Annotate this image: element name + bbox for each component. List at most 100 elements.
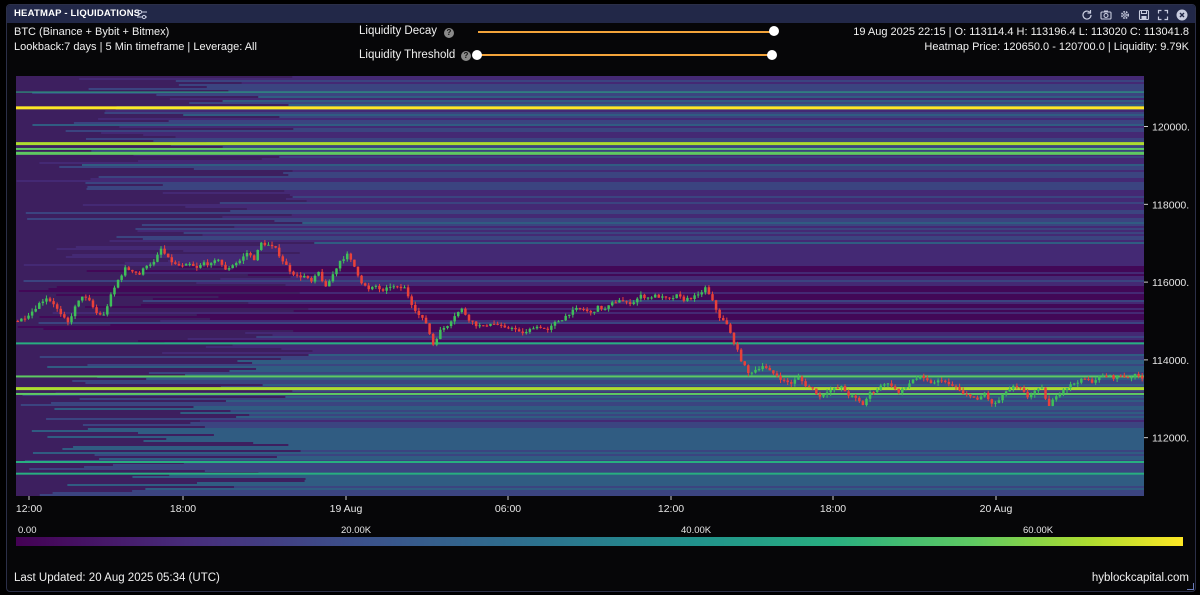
sliders-icon[interactable] [136, 8, 148, 20]
candle-body [560, 320, 564, 322]
heatmap-row [52, 492, 1145, 494]
candle-body [217, 259, 220, 261]
heatmap-row [85, 382, 1144, 384]
heatmap-row [234, 226, 1144, 228]
candle-body [568, 314, 571, 316]
liquidity-threshold-handle[interactable] [472, 50, 482, 60]
liquidity-cluster [16, 147, 1144, 150]
candle-body [639, 294, 643, 299]
heatmap-row [172, 258, 1144, 260]
candle-body [220, 259, 224, 265]
candle-body [571, 309, 575, 315]
candle-body [70, 316, 73, 323]
candle-body [807, 386, 811, 388]
liquidity-threshold-track[interactable] [478, 54, 775, 56]
candle-body [310, 277, 313, 282]
candle-body [417, 310, 421, 316]
camera-icon[interactable] [1098, 7, 1113, 22]
candle-body [170, 257, 174, 263]
candle-body [1065, 387, 1069, 390]
candle-body [696, 294, 700, 296]
candle-body [1001, 394, 1004, 401]
heatmap-row [27, 218, 1144, 220]
heatmap-row [56, 294, 1145, 296]
heatmap-row [62, 448, 1145, 450]
candle-body [91, 300, 95, 308]
heatmap-row [236, 416, 1144, 418]
candle-body [127, 267, 131, 270]
candle-body [804, 381, 807, 387]
liquidity-decay-help-icon[interactable]: ? [444, 28, 454, 38]
candle-body [349, 253, 353, 260]
candle-body [729, 324, 732, 333]
candle-body [77, 300, 80, 307]
candle-body [288, 264, 292, 272]
candle-body [517, 329, 521, 332]
expand-icon[interactable] [1155, 7, 1170, 22]
heatmap-row [79, 78, 1144, 80]
candle-body [152, 261, 156, 265]
candle-body [750, 372, 754, 374]
candle-body [782, 379, 786, 381]
candle-body [607, 305, 610, 309]
liquidity-decay-track[interactable] [478, 31, 775, 33]
heatmap-row [256, 368, 1144, 370]
candle-body [578, 307, 582, 309]
candle-body [1137, 373, 1140, 377]
candle-body [48, 298, 52, 302]
heatmap-row [283, 172, 1144, 174]
heatmap-row [48, 288, 1145, 290]
resize-handle[interactable] [1187, 583, 1194, 590]
candle-body [431, 333, 435, 345]
heatmap-row [162, 184, 1145, 186]
heatmap-row [204, 470, 1144, 472]
heatmap-row [193, 168, 1145, 170]
heatmap-row [20, 404, 1144, 406]
heatmap-row [59, 166, 1144, 168]
heatmap-row [140, 304, 1145, 306]
heatmap-row [94, 454, 1145, 456]
candle-body [1087, 379, 1090, 381]
candle-body [1126, 377, 1130, 379]
heatmap-row [32, 452, 1144, 454]
candle-body [1083, 378, 1087, 380]
candle-body [471, 320, 474, 322]
gear-icon[interactable] [1117, 7, 1132, 22]
liquidity-decay-handle[interactable] [769, 26, 779, 36]
heatmap-row [288, 174, 1144, 176]
candle-body [263, 242, 267, 246]
heatmap-row [202, 234, 1144, 236]
candle-body [718, 309, 721, 318]
liquidity-cluster [16, 142, 1144, 146]
heatmap-row [98, 176, 1145, 178]
candle-body [1090, 379, 1094, 383]
candle-body [800, 376, 804, 382]
heatmap-row [261, 158, 1145, 160]
close-icon[interactable] [1174, 7, 1189, 22]
candle-body [650, 297, 653, 299]
candle-body [926, 378, 929, 381]
heatmap-chart[interactable]: 120000.0 118000.0 116000.0 114000.0 112000.0… [13, 73, 1189, 515]
candle-body [1062, 389, 1065, 394]
candle-body [1019, 387, 1022, 389]
candle-body [521, 331, 524, 334]
heatmap-row [146, 378, 1144, 380]
candle-body [45, 298, 48, 302]
heatmap-row [213, 434, 1145, 436]
candle-body [270, 244, 274, 247]
candle-body [754, 369, 757, 373]
candle-body [439, 329, 442, 340]
candle-body [969, 394, 972, 397]
refresh-icon[interactable] [1079, 7, 1094, 22]
y-tick-label: 118000.0 [1152, 199, 1189, 211]
liquidity-threshold-help-icon[interactable]: ? [461, 51, 471, 61]
liquidity-threshold-max-handle[interactable] [767, 50, 777, 60]
save-icon[interactable] [1136, 7, 1151, 22]
heatmap-row [72, 254, 1145, 256]
brand-link[interactable]: hyblockcapital.com [1092, 572, 1189, 584]
heatmap-row [166, 438, 1144, 440]
candle-body [482, 325, 485, 327]
heatmap-row [209, 318, 1144, 320]
candle-body [467, 314, 471, 321]
candle-body [1080, 378, 1083, 383]
